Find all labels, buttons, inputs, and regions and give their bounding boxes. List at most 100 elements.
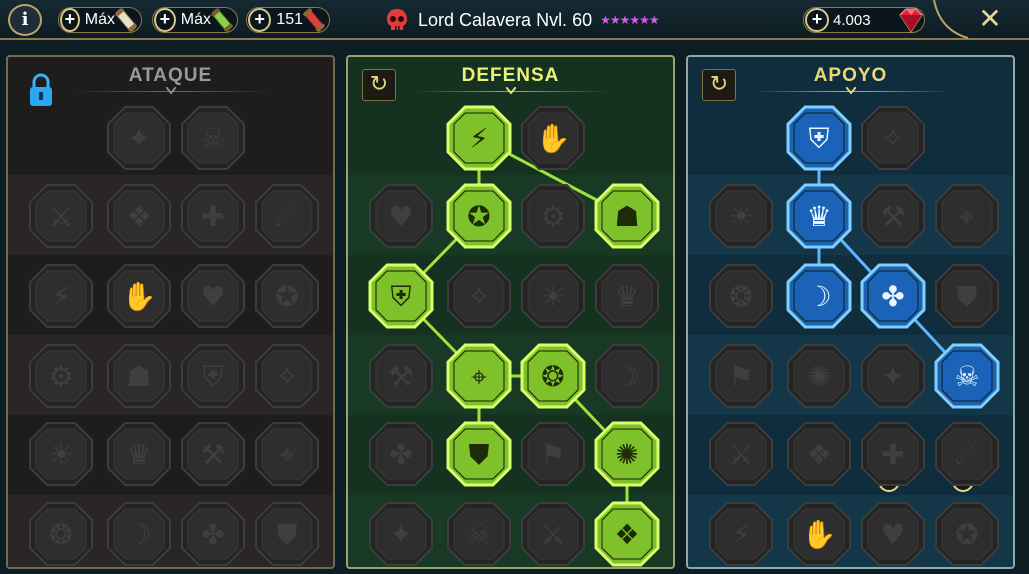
mastery-locked-icon: ✋ [521, 106, 585, 170]
mastery-node[interactable]: ✪ [254, 263, 320, 329]
mastery-node[interactable]: ❖ [594, 501, 660, 567]
mastery-node[interactable]: ⛊ [254, 501, 320, 567]
mastery-node[interactable]: ✤ [368, 421, 434, 487]
info-button[interactable]: i [8, 4, 42, 36]
mastery-node[interactable]: ⚡ [708, 501, 774, 567]
mastery-node[interactable]: ✪ [446, 183, 512, 249]
mastery-glyph-icon: ✋ [122, 280, 157, 313]
mastery-node[interactable]: ✋ [786, 501, 852, 567]
mastery-node[interactable]: ⛊ [446, 421, 512, 487]
mastery-node[interactable]: ☀ [708, 183, 774, 249]
panel-title: ATAQUE [128, 65, 213, 86]
mastery-node[interactable]: ♛ [106, 421, 172, 487]
mastery-node[interactable]: ♥ [860, 501, 926, 567]
mastery-node[interactable]: ✺ [786, 343, 852, 409]
mastery-glyph-icon: ☽ [126, 518, 151, 551]
mastery-node[interactable]: ☠ [934, 343, 1000, 409]
mastery-node[interactable]: ♛ [786, 183, 852, 249]
add-gems-button[interactable]: + [805, 8, 829, 32]
mastery-node[interactable]: ⚙ [28, 343, 94, 409]
mastery-node[interactable]: ☀ [28, 421, 94, 487]
add-red-scroll-button[interactable]: + [248, 8, 272, 32]
mastery-node[interactable]: ☀ [520, 263, 586, 329]
scroll-icon [115, 8, 137, 32]
mastery-node[interactable]: ⌖ [934, 183, 1000, 249]
resource-value: Máx [84, 11, 115, 28]
mastery-node[interactable]: ⚑ [520, 421, 586, 487]
mastery-glyph-icon: ✤ [201, 518, 224, 551]
mastery-node[interactable]: ☄ [254, 183, 320, 249]
mastery-glyph-icon: ☽ [614, 360, 639, 393]
mastery-glyph-icon: ⛊ [956, 280, 977, 313]
mastery-node[interactable]: ♥ [368, 183, 434, 249]
mastery-node[interactable]: ⚒ [368, 343, 434, 409]
mastery-glyph-icon: ⚒ [880, 200, 905, 233]
mastery-node[interactable]: ✺ [594, 421, 660, 487]
mastery-glyph-icon: ⛊ [468, 438, 489, 471]
mastery-node[interactable]: ☠ [180, 105, 246, 171]
mastery-node[interactable]: ✤ [860, 263, 926, 329]
mastery-node[interactable]: ✦ [860, 343, 926, 409]
mastery-node[interactable]: ⚡ [28, 263, 94, 329]
mastery-node[interactable]: ☽ [594, 343, 660, 409]
mastery-glyph-icon: ☀ [540, 280, 565, 313]
mastery-node[interactable]: ⚙ [520, 183, 586, 249]
mastery-node[interactable]: ⚔ [28, 183, 94, 249]
mastery-glyph-icon: ⌖ [279, 438, 295, 471]
mastery-node[interactable]: ✧ [446, 263, 512, 329]
mastery-node[interactable]: ⚑ [708, 343, 774, 409]
mastery-node[interactable]: ☗ [594, 183, 660, 249]
mastery-node[interactable]: ✋ [520, 105, 586, 171]
mastery-node[interactable]: ✦ [368, 501, 434, 567]
add-scroll-button[interactable]: + [60, 8, 80, 32]
mastery-node[interactable]: ✧ [860, 105, 926, 171]
mastery-node[interactable]: ☽ [786, 263, 852, 329]
mastery-node[interactable]: ❖ [106, 183, 172, 249]
mastery-locked-icon: ⛊ [255, 502, 319, 566]
mastery-node[interactable]: ☗ [106, 343, 172, 409]
mastery-node[interactable]: ✋ [106, 263, 172, 329]
mastery-glyph-icon: ☠ [954, 360, 979, 393]
mastery-node[interactable]: ⛨ [786, 105, 852, 171]
mastery-node[interactable]: ⚒ [860, 183, 926, 249]
mastery-glyph-icon: ✦ [389, 518, 412, 551]
mastery-active-icon: ❖ [594, 501, 660, 567]
mastery-node[interactable]: ❖ [786, 421, 852, 487]
mastery-node[interactable]: ⛊ [934, 263, 1000, 329]
mastery-node[interactable]: ⛨ [180, 343, 246, 409]
mastery-locked-icon: ☄ [255, 184, 319, 248]
resource-scroll-counter: + Máx [58, 7, 142, 33]
mastery-glyph-icon: ✚ [201, 200, 224, 233]
mastery-node[interactable]: ♛ [594, 263, 660, 329]
mastery-node[interactable]: ✤ [180, 501, 246, 567]
mastery-node[interactable]: ✧ [254, 343, 320, 409]
mastery-node[interactable]: ☽ [106, 501, 172, 567]
mastery-node[interactable]: ❂ [28, 501, 94, 567]
mastery-node[interactable]: ⚔ [520, 501, 586, 567]
mastery-node[interactable]: ⌖ [254, 421, 320, 487]
mastery-glyph-icon: ✤ [389, 438, 412, 471]
mastery-glyph-icon: ✧ [275, 360, 298, 393]
mastery-node[interactable]: ❂ [520, 343, 586, 409]
mastery-node[interactable]: ✦ [106, 105, 172, 171]
mastery-node[interactable]: ⛨ [368, 263, 434, 329]
mastery-node[interactable]: ☄ [934, 421, 1000, 487]
mastery-active-icon: ☗ [594, 183, 660, 249]
add-green-scroll-button[interactable]: + [154, 8, 176, 32]
mastery-node[interactable]: ☠ [446, 501, 512, 567]
mastery-node[interactable]: ⚔ [708, 421, 774, 487]
mastery-node[interactable]: ✚ [180, 183, 246, 249]
mastery-node[interactable]: ❂ [708, 263, 774, 329]
mastery-node[interactable]: ✪ [934, 501, 1000, 567]
mastery-glyph-icon: ✋ [536, 122, 571, 155]
mastery-locked-icon: ☠ [181, 106, 245, 170]
mastery-node[interactable]: ⚒ [180, 421, 246, 487]
mastery-glyph-icon: ⚡ [731, 518, 751, 551]
mastery-node[interactable]: ⌖ [446, 343, 512, 409]
green-scroll-icon [211, 8, 233, 32]
mastery-node[interactable]: ⚡ [446, 105, 512, 171]
mastery-locked-icon: ☗ [107, 344, 171, 408]
close-button[interactable]: ✕ [975, 3, 1005, 35]
mastery-node[interactable]: ♥ [180, 263, 246, 329]
mastery-node[interactable]: ✚ [860, 421, 926, 487]
